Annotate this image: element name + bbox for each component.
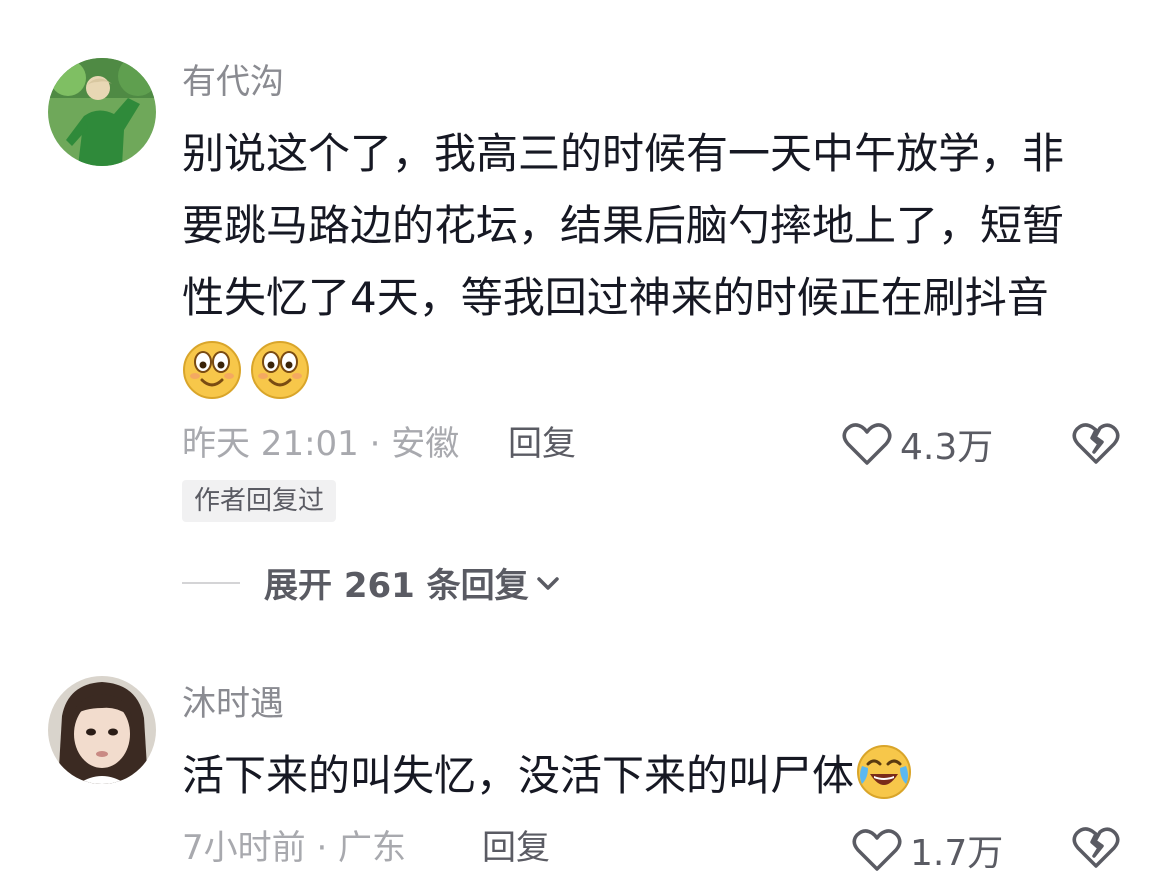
smile-emoji <box>251 341 309 399</box>
heart-outline-icon <box>852 829 902 871</box>
comment-text-line: 活下来的叫失忆，没活下来的叫尸体 <box>182 740 1122 812</box>
like-count: 4.3万 <box>900 427 994 468</box>
avatar-image <box>48 58 156 166</box>
avatar[interactable] <box>48 58 156 166</box>
crying-laughing-emoji <box>857 745 912 799</box>
username[interactable]: 沐时遇 <box>182 684 284 724</box>
broken-heart-icon <box>1072 423 1120 464</box>
reply-button[interactable]: 回复 <box>508 424 576 464</box>
reply-button[interactable]: 回复 <box>482 828 550 868</box>
author-replied-badge: 作者回复过 <box>182 480 337 522</box>
chevron-down-icon <box>536 576 559 590</box>
like-button[interactable]: 4.3万 <box>842 418 993 470</box>
comment-item: 沐时遇 活下来的叫失忆，没活下来的叫尸体 7小时前 · 广东 回复 1.7万 <box>0 660 1170 875</box>
username[interactable]: 有代沟 <box>182 62 284 102</box>
comment-timestamp-location: 7小时前 · 广东 <box>182 828 407 868</box>
comment-text: 别说这个了，我高三的时候有一天中午放学，非 要跳马路边的花坛，结果后脑勺摔地上了… <box>182 118 1122 334</box>
avatar-image <box>48 676 156 784</box>
expand-replies-button[interactable]: 展开 261 条回复 <box>182 558 561 607</box>
expand-replies-label: 展开 261 条回复 <box>264 566 529 606</box>
heart-outline-icon <box>842 423 892 465</box>
comment-text-content: 活下来的叫失忆，没活下来的叫尸体 <box>182 751 855 800</box>
dislike-button[interactable] <box>1072 824 1120 874</box>
avatar[interactable] <box>48 676 156 784</box>
comment-item: 有代沟 别说这个了，我高三的时候有一天中午放学，非 要跳马路边的花坛，结果后脑勺… <box>0 0 1170 620</box>
divider <box>182 581 240 584</box>
dislike-button[interactable] <box>1072 420 1120 470</box>
smile-emoji <box>183 341 241 399</box>
broken-heart-icon <box>1072 827 1120 868</box>
like-count: 1.7万 <box>910 833 1004 874</box>
comment-text-line: 性失忆了4天，等我回过神来的时候正在刷抖音 <box>182 273 1049 322</box>
like-button[interactable]: 1.7万 <box>852 824 1003 876</box>
comment-text-line: 别说这个了，我高三的时候有一天中午放学，非 <box>182 129 1065 178</box>
comment-timestamp-location: 昨天 21:01 · 安徽 <box>182 424 460 464</box>
emoji-row <box>182 340 310 400</box>
comment-text: 活下来的叫失忆，没活下来的叫尸体 <box>182 740 1122 812</box>
comment-text-line: 要跳马路边的花坛，结果后脑勺摔地上了，短暂 <box>182 201 1065 250</box>
